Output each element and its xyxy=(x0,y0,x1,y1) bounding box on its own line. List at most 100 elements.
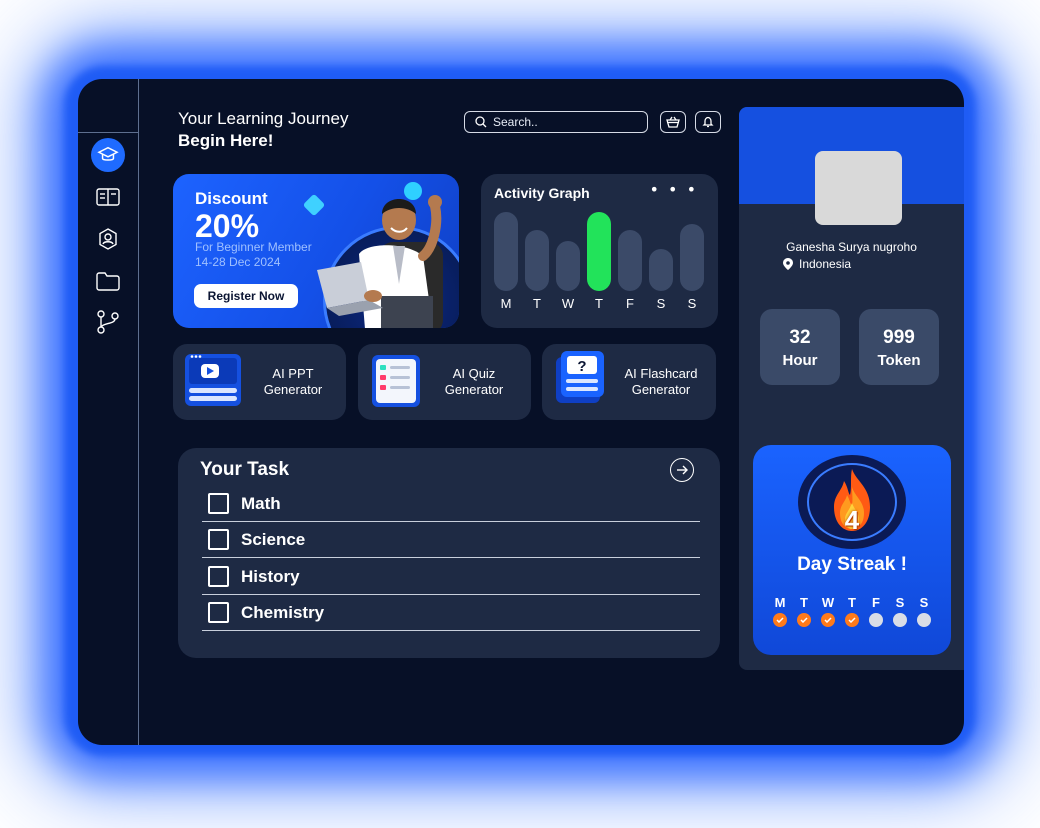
streak-label: Day Streak ! xyxy=(797,554,907,575)
task-row: Math xyxy=(202,486,700,522)
presentation-icon xyxy=(185,354,241,406)
task-row: Chemistry xyxy=(202,595,700,631)
folder-icon xyxy=(96,272,120,291)
stat-unit: Hour xyxy=(782,352,818,369)
search-input[interactable]: Search.. xyxy=(464,111,648,133)
page-title-line1: Your Learning Journey xyxy=(178,109,349,128)
promo-description: For Beginner Member 14-28 Dec 2024 xyxy=(195,240,312,269)
arrow-right-icon xyxy=(677,465,688,475)
activity-day-label: S xyxy=(687,296,697,311)
quiz-document-icon xyxy=(372,355,420,407)
activity-bar xyxy=(556,241,580,291)
tool-label: AI Flashcard Generator xyxy=(624,366,698,397)
activity-bar xyxy=(494,212,518,291)
basket-icon xyxy=(666,116,680,128)
profile-name: Ganesha Surya nugroho xyxy=(786,240,917,254)
activity-day-label: S xyxy=(656,296,666,311)
activity-bar xyxy=(525,230,549,291)
stat-unit: Token xyxy=(877,352,921,369)
sidebar-item-courses[interactable] xyxy=(92,181,124,213)
activity-title: Activity Graph xyxy=(494,185,590,201)
notification-button[interactable] xyxy=(695,111,721,133)
streak-check-icon xyxy=(797,613,811,627)
location-text: Indonesia xyxy=(799,257,852,271)
day-streak-card: 4 Day Streak ! MTWTFSS xyxy=(753,445,951,655)
book-icon xyxy=(96,188,120,206)
bell-icon xyxy=(702,116,714,128)
basket-button[interactable] xyxy=(660,111,686,133)
flame-badge: 4 xyxy=(798,455,906,549)
activity-day-label: F xyxy=(626,296,634,311)
sidebar xyxy=(78,79,139,745)
task-card: Your Task Math Science History Chemistry xyxy=(178,448,720,658)
avatar[interactable] xyxy=(815,151,902,225)
activity-day-label: M xyxy=(500,296,512,311)
stat-value: 999 xyxy=(883,327,915,348)
streak-pending-dot xyxy=(893,613,907,627)
streak-day-label: S xyxy=(919,595,929,610)
profile-icon xyxy=(99,228,117,250)
streak-day-label: F xyxy=(872,595,880,610)
task-view-all-button[interactable] xyxy=(670,458,694,482)
activity-bar xyxy=(680,224,704,291)
sidebar-divider xyxy=(78,132,139,133)
streak-pending-dot xyxy=(917,613,931,627)
register-now-button[interactable]: Register Now xyxy=(194,284,298,308)
flashcard-icon: ? xyxy=(556,351,604,403)
activity-bar xyxy=(649,249,673,291)
streak-check-icon xyxy=(845,613,859,627)
search-icon xyxy=(475,116,487,128)
activity-bar xyxy=(587,212,611,291)
task-name: Math xyxy=(241,493,281,513)
activity-day-label: T xyxy=(595,296,603,311)
task-name: Science xyxy=(241,529,306,549)
app-window: Your Learning Journey Begin Here! Search… xyxy=(78,79,964,745)
stat-value: 32 xyxy=(789,327,811,348)
location-pin-icon xyxy=(783,258,793,270)
profile-location: Indonesia xyxy=(783,257,851,271)
discount-banner: Discount 20% For Beginner Member 14-28 D… xyxy=(173,174,459,328)
sidebar-item-progress[interactable] xyxy=(92,306,124,338)
tool-label: AI PPT Generator xyxy=(263,366,323,397)
task-checkbox[interactable] xyxy=(208,529,229,550)
streak-day-label: W xyxy=(821,595,835,610)
search-placeholder: Search.. xyxy=(493,115,538,129)
sidebar-item-home[interactable] xyxy=(91,138,125,172)
student-illustration xyxy=(317,195,443,328)
tool-label: AI Quiz Generator xyxy=(444,366,504,397)
branch-icon xyxy=(97,310,119,334)
streak-day-label: S xyxy=(895,595,905,610)
graduation-cap-icon xyxy=(97,146,119,161)
task-checkbox[interactable] xyxy=(208,602,229,623)
promo-title: Discount xyxy=(195,189,268,208)
task-checkbox[interactable] xyxy=(208,493,229,514)
streak-pending-dot xyxy=(869,613,883,627)
task-name: History xyxy=(241,566,300,586)
more-options-button[interactable]: • • • xyxy=(650,180,698,199)
task-title: Your Task xyxy=(200,459,290,480)
ai-quiz-generator-card[interactable]: AI Quiz Generator xyxy=(358,344,531,420)
ai-ppt-generator-card[interactable]: AI PPT Generator xyxy=(173,344,346,420)
sidebar-item-files[interactable] xyxy=(92,265,124,297)
activity-bar xyxy=(618,230,642,291)
task-checkbox[interactable] xyxy=(208,566,229,587)
task-row: History xyxy=(202,559,700,595)
task-name: Chemistry xyxy=(241,602,325,622)
profile-panel: Ganesha Surya nugroho Indonesia 32 Hour … xyxy=(739,107,964,670)
task-row: Science xyxy=(202,522,700,558)
svg-text:?: ? xyxy=(577,358,586,375)
tokens-stat: 999 Token xyxy=(859,309,939,385)
ai-flashcard-generator-card[interactable]: ? AI Flashcard Generator xyxy=(542,344,716,420)
streak-count: 4 xyxy=(844,505,860,535)
streak-day-label: T xyxy=(848,595,856,610)
hours-stat: 32 Hour xyxy=(760,309,840,385)
streak-check-icon xyxy=(821,613,835,627)
activity-day-label: W xyxy=(561,296,575,311)
sidebar-item-profile[interactable] xyxy=(92,223,124,255)
activity-graph-card: Activity Graph • • • M T W T F S S xyxy=(481,174,718,328)
streak-check-icon xyxy=(773,613,787,627)
streak-day-label: M xyxy=(774,595,786,610)
streak-day-label: T xyxy=(800,595,808,610)
activity-day-label: T xyxy=(533,296,541,311)
page-title-line2: Begin Here! xyxy=(178,131,274,150)
